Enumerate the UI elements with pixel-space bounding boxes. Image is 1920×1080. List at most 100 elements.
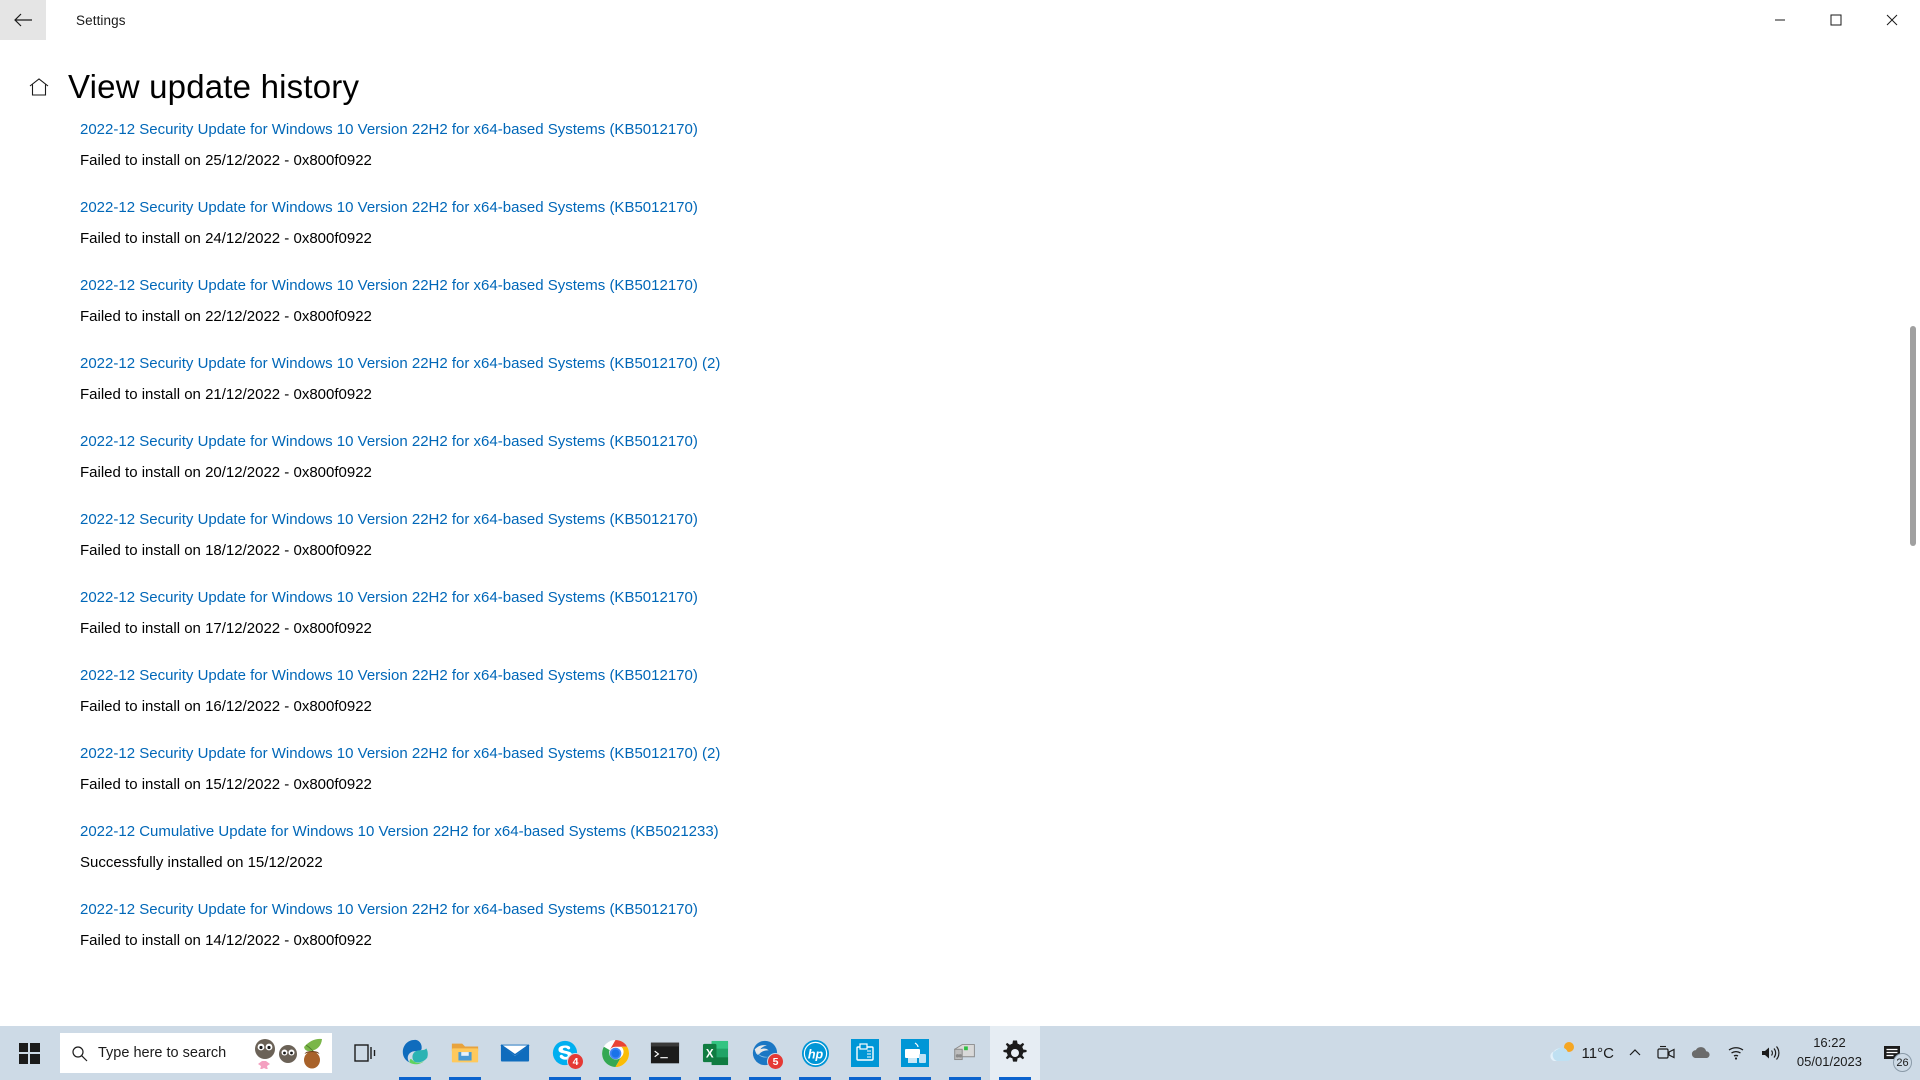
clock[interactable]: 16:22 05/01/2023 [1787,1026,1872,1080]
taskbar-item-microsoft-edge[interactable] [390,1026,440,1080]
hp-scan-icon [851,1039,879,1067]
update-history-item: 2022-12 Security Update for Windows 10 V… [80,432,1920,482]
update-history-item: 2022-12 Security Update for Windows 10 V… [80,510,1920,560]
task-view-icon [353,1042,377,1064]
network-tray-button[interactable] [1719,1026,1753,1080]
update-link[interactable]: 2022-12 Cumulative Update for Windows 10… [80,822,719,842]
update-status: Failed to install on 20/12/2022 - 0x800f… [80,463,1920,483]
title-bar: Settings [0,0,1920,40]
search-icon [60,1045,98,1062]
notification-center-button[interactable]: 26 [1872,1026,1914,1080]
update-link[interactable]: 2022-12 Security Update for Windows 10 V… [80,120,698,140]
update-history-item: 2022-12 Security Update for Windows 10 V… [80,900,1920,950]
minimize-button[interactable] [1752,0,1808,40]
system-tray: 11°C [1541,1026,1920,1080]
taskbar-item-hp-scan[interactable] [840,1026,890,1080]
scrollbar-thumb[interactable] [1910,326,1916,546]
weather-widget[interactable]: 11°C [1541,1026,1621,1080]
camera-tray-button[interactable] [1649,1026,1683,1080]
onedrive-tray-button[interactable] [1683,1026,1719,1080]
back-button[interactable] [0,0,46,40]
close-button[interactable] [1864,0,1920,40]
update-link[interactable]: 2022-12 Security Update for Windows 10 V… [80,276,698,296]
svg-text:hp: hp [807,1047,823,1061]
taskbar-item-terminal[interactable] [640,1026,690,1080]
gear-icon [1002,1040,1028,1066]
update-status: Failed to install on 16/12/2022 - 0x800f… [80,697,1920,717]
update-history-item: 2022-12 Security Update for Windows 10 V… [80,588,1920,638]
update-history-item: 2022-12 Security Update for Windows 10 V… [80,276,1920,326]
maximize-icon [1830,14,1842,26]
page-header: View update history [0,40,1920,128]
update-history-item: 2022-12 Cumulative Update for Windows 10… [80,822,1920,872]
update-status: Successfully installed on 15/12/2022 [80,853,1920,873]
taskbar-items: 4 [340,1026,1040,1080]
update-history-item: 2022-12 Security Update for Windows 10 V… [80,744,1920,794]
update-link[interactable]: 2022-12 Security Update for Windows 10 V… [80,432,698,452]
update-status: Failed to install on 17/12/2022 - 0x800f… [80,619,1920,639]
thunderbird-badge: 5 [767,1053,784,1070]
taskbar-item-file-explorer[interactable] [440,1026,490,1080]
excel-icon: X [702,1039,729,1067]
taskbar-item-excel[interactable]: X [690,1026,740,1080]
terminal-icon [650,1041,680,1065]
taskbar-item-task-view[interactable] [340,1026,390,1080]
update-link[interactable]: 2022-12 Security Update for Windows 10 V… [80,510,698,530]
hp-smart-icon [901,1039,929,1067]
taskbar-item-hp[interactable]: hp [790,1026,840,1080]
page-title: View update history [68,68,359,106]
taskbar-item-skype[interactable]: 4 [540,1026,590,1080]
maximize-button[interactable] [1808,0,1864,40]
update-status: Failed to install on 15/12/2022 - 0x800f… [80,775,1920,795]
microsoft-edge-icon [400,1038,430,1068]
update-history-item: 2022-12 Security Update for Windows 10 V… [80,354,1920,404]
show-hidden-icons-button[interactable] [1621,1026,1649,1080]
update-link[interactable]: 2022-12 Security Update for Windows 10 V… [80,354,720,374]
update-link[interactable]: 2022-12 Security Update for Windows 10 V… [80,744,720,764]
update-link[interactable]: 2022-12 Security Update for Windows 10 V… [80,666,698,686]
skype-badge: 4 [567,1053,584,1070]
home-icon[interactable] [22,70,56,104]
windows-logo-icon [19,1043,40,1064]
taskbar-item-scanner[interactable] [940,1026,990,1080]
taskbar: Type here to search [0,1026,1920,1080]
wifi-icon [1726,1045,1746,1061]
start-button[interactable] [0,1026,58,1080]
update-history-item: 2022-12 Security Update for Windows 10 V… [80,120,1920,170]
taskbar-item-google-chrome[interactable] [590,1026,640,1080]
weather-temperature: 11°C [1580,1045,1614,1062]
speaker-icon [1760,1045,1780,1061]
window-controls [1752,0,1920,40]
hp-icon: hp [801,1039,830,1068]
home-glyph-icon [27,75,51,99]
search-input[interactable]: Type here to search [60,1033,332,1073]
svg-text:X: X [705,1048,713,1060]
taskbar-item-settings[interactable] [990,1026,1040,1080]
scanner-icon [950,1040,980,1066]
update-link[interactable]: 2022-12 Security Update for Windows 10 V… [80,900,698,920]
google-chrome-icon [601,1039,630,1068]
bing-doodle-icon[interactable] [248,1037,326,1069]
update-status: Failed to install on 22/12/2022 - 0x800f… [80,307,1920,327]
file-explorer-icon [450,1040,480,1066]
close-icon [1886,14,1898,26]
notification-count-badge: 26 [1893,1053,1912,1072]
scrollbar[interactable] [1906,46,1918,1024]
taskbar-item-mail[interactable] [490,1026,540,1080]
camera-icon [1656,1045,1676,1061]
clock-time: 16:22 [1813,1034,1846,1053]
update-link[interactable]: 2022-12 Security Update for Windows 10 V… [80,588,698,608]
update-status: Failed to install on 14/12/2022 - 0x800f… [80,931,1920,951]
app-title: Settings [76,13,126,28]
taskbar-item-hp-smart[interactable] [890,1026,940,1080]
volume-tray-button[interactable] [1753,1026,1787,1080]
taskbar-item-thunderbird[interactable]: 5 [740,1026,790,1080]
update-status: Failed to install on 21/12/2022 - 0x800f… [80,385,1920,405]
minimize-icon [1774,14,1786,26]
update-link[interactable]: 2022-12 Security Update for Windows 10 V… [80,198,698,218]
update-history-list: 2022-12 Security Update for Windows 10 V… [0,120,1920,1026]
onedrive-cloud-icon [1690,1046,1712,1060]
weather-sun-cloud-icon [1548,1040,1580,1066]
update-status: Failed to install on 25/12/2022 - 0x800f… [80,151,1920,171]
clock-date: 05/01/2023 [1797,1053,1862,1072]
